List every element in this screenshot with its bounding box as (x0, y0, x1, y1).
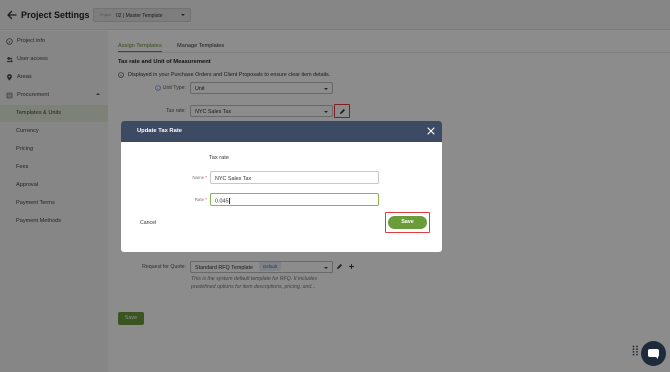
name-field-label: Name * (192, 175, 207, 180)
apps-grid-icon[interactable] (632, 345, 639, 356)
modal-header: Update Tax Rate (121, 121, 442, 142)
rate-field-label: Rate * (194, 197, 207, 202)
cancel-button[interactable]: Cancel (140, 220, 156, 226)
update-tax-rate-modal: Update Tax Rate Tax rate Name * NYC Sale… (121, 121, 442, 252)
name-field[interactable]: NYC Sales Tax (210, 171, 379, 184)
modal-title: Update Tax Rate (137, 128, 182, 134)
chat-icon-tail (655, 356, 658, 359)
text-caret (229, 197, 230, 204)
name-field-value: NYC Sales Tax (215, 175, 252, 182)
required-mark: * (205, 175, 207, 180)
required-mark: * (205, 197, 207, 202)
modal-subtitle: Tax rate (209, 155, 229, 161)
rate-field[interactable]: 0.045 (210, 193, 379, 206)
modal-save-button[interactable]: Save (388, 216, 427, 229)
chat-support-button[interactable] (641, 341, 666, 366)
close-icon[interactable] (426, 126, 436, 136)
rate-field-value: 0.045 (215, 197, 230, 204)
